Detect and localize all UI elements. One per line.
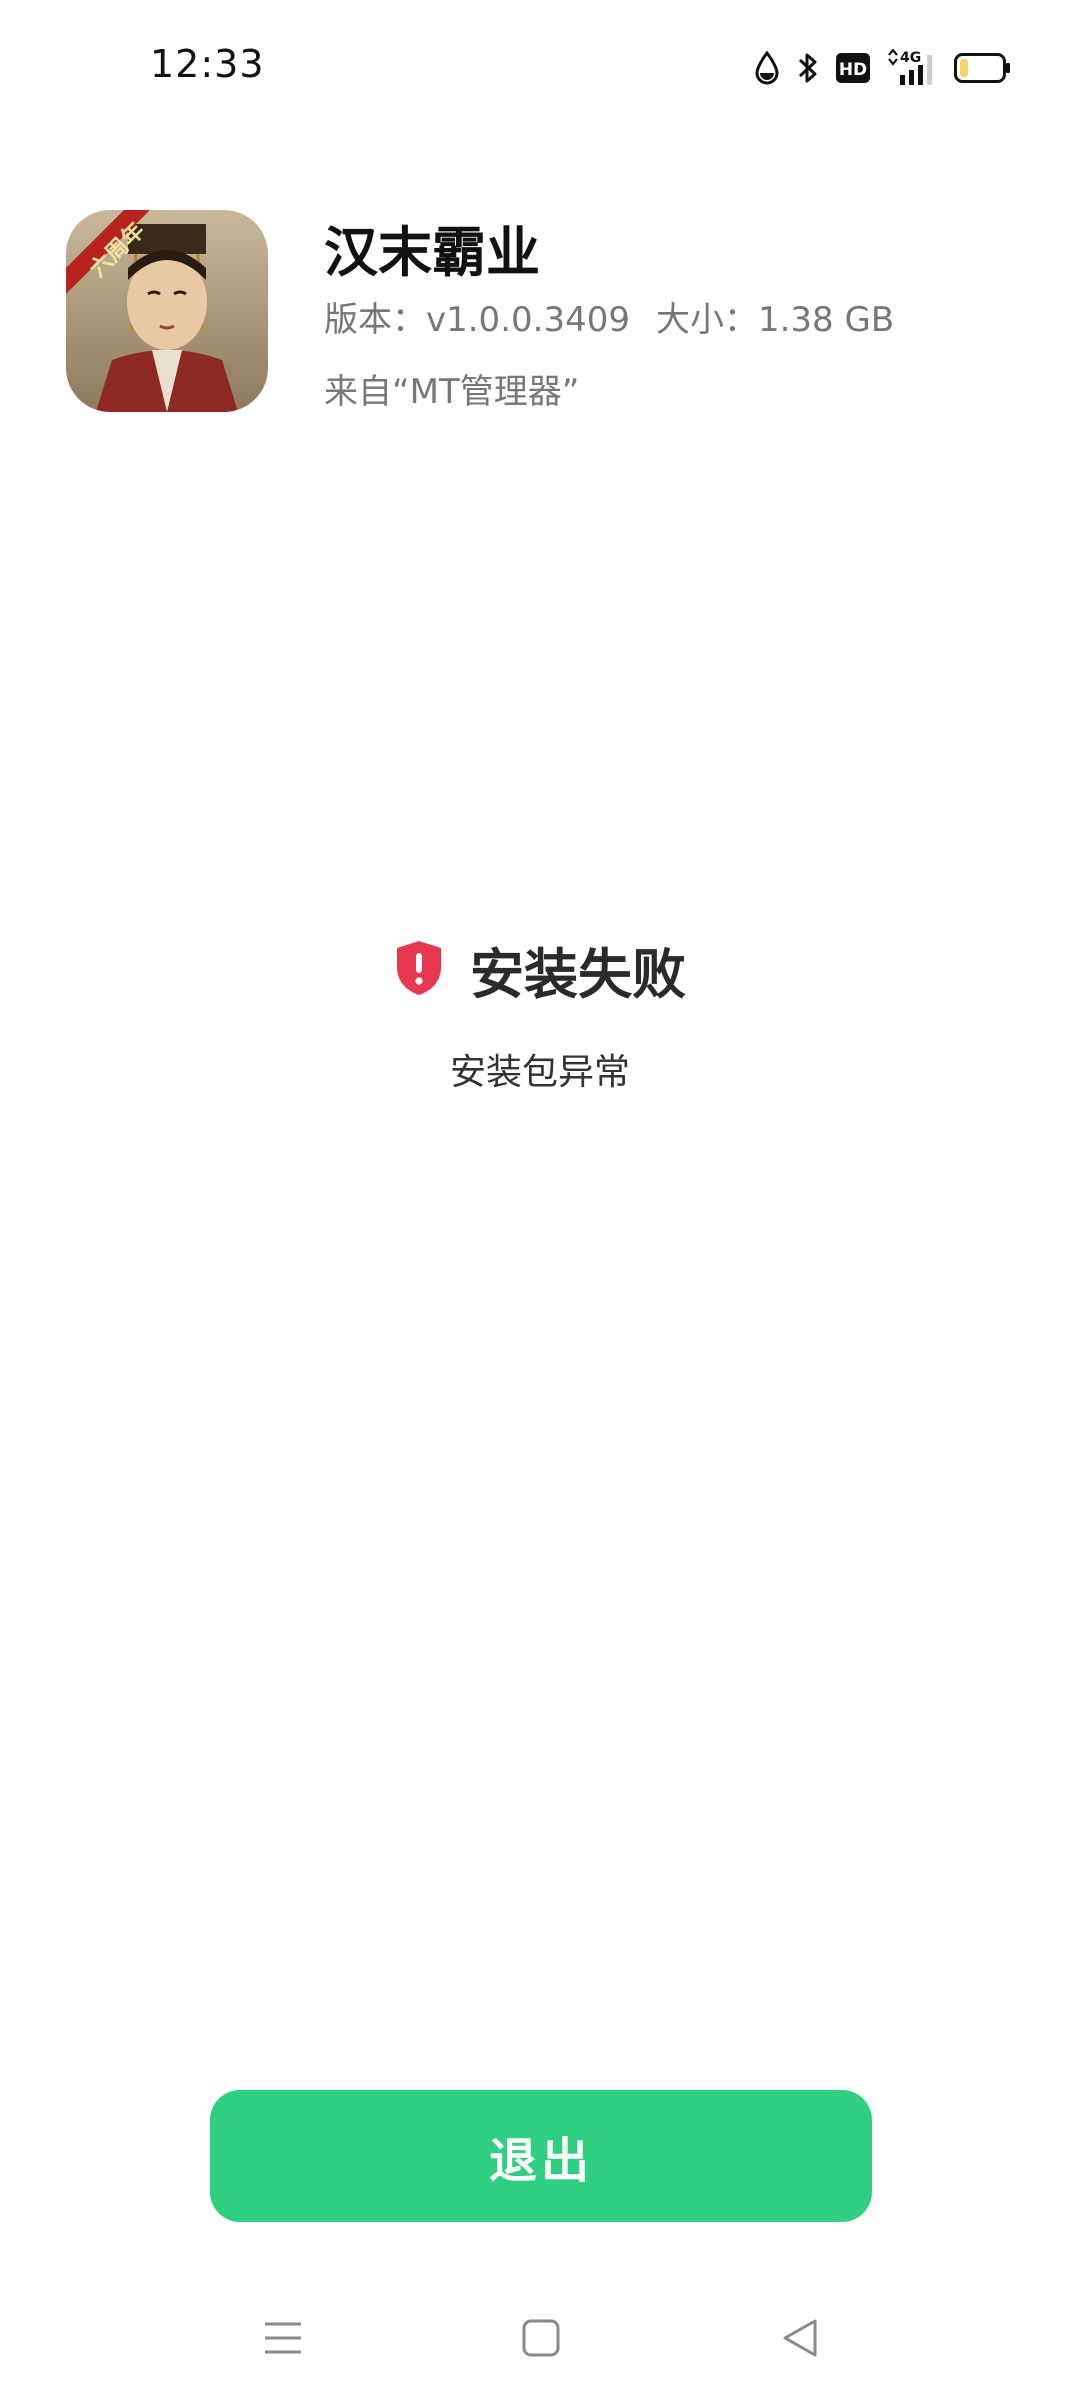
status-bar: 12:33 HD 4G — [0, 0, 1080, 130]
app-icon: 六周年 — [66, 210, 268, 412]
app-size: 大小：1.38 GB — [655, 300, 895, 340]
install-result: 安装失败 安装包异常 — [0, 930, 1080, 1095]
svg-text:4G: 4G — [900, 50, 921, 66]
nav-back-button[interactable] — [770, 2310, 830, 2370]
app-header: 六周年 汉末霸业 版本：v1.0.0.3409 大小：1.38 GB 来自“MT管… — [66, 208, 1016, 418]
signal-4g-icon: 4G — [886, 49, 938, 87]
app-version: 版本：v1.0.0.3409 — [324, 300, 630, 340]
exit-button[interactable]: 退出 — [210, 2090, 872, 2222]
app-source: 来自“MT管理器” — [324, 372, 580, 412]
battery-icon — [954, 53, 1012, 83]
status-icons: HD 4G — [754, 48, 1012, 88]
water-drop-icon — [754, 51, 780, 85]
nav-menu-button[interactable] — [253, 2310, 313, 2370]
result-title-row: 安装失败 — [394, 930, 686, 1009]
nav-home-button[interactable] — [511, 2310, 571, 2370]
navigation-bar — [0, 2290, 1080, 2380]
bluetooth-icon — [796, 51, 820, 85]
shield-alert-icon — [394, 939, 444, 1001]
result-description: 安装包异常 — [449, 1052, 630, 1093]
menu-icon — [263, 2320, 303, 2360]
install-result-screen: 12:33 HD 4G 六周年 汉末霸业 版本：v1.0.0.3409 大小：1… — [0, 0, 1080, 2400]
svg-text:HD: HD — [839, 60, 867, 80]
app-name: 汉末霸业 — [324, 221, 540, 284]
app-meta: 版本：v1.0.0.3409 大小：1.38 GB — [324, 292, 894, 341]
home-icon — [522, 2319, 560, 2361]
back-icon — [781, 2318, 819, 2362]
status-time: 12:33 — [150, 42, 265, 86]
hd-icon: HD — [836, 53, 870, 83]
result-title: 安装失败 — [470, 943, 686, 1006]
